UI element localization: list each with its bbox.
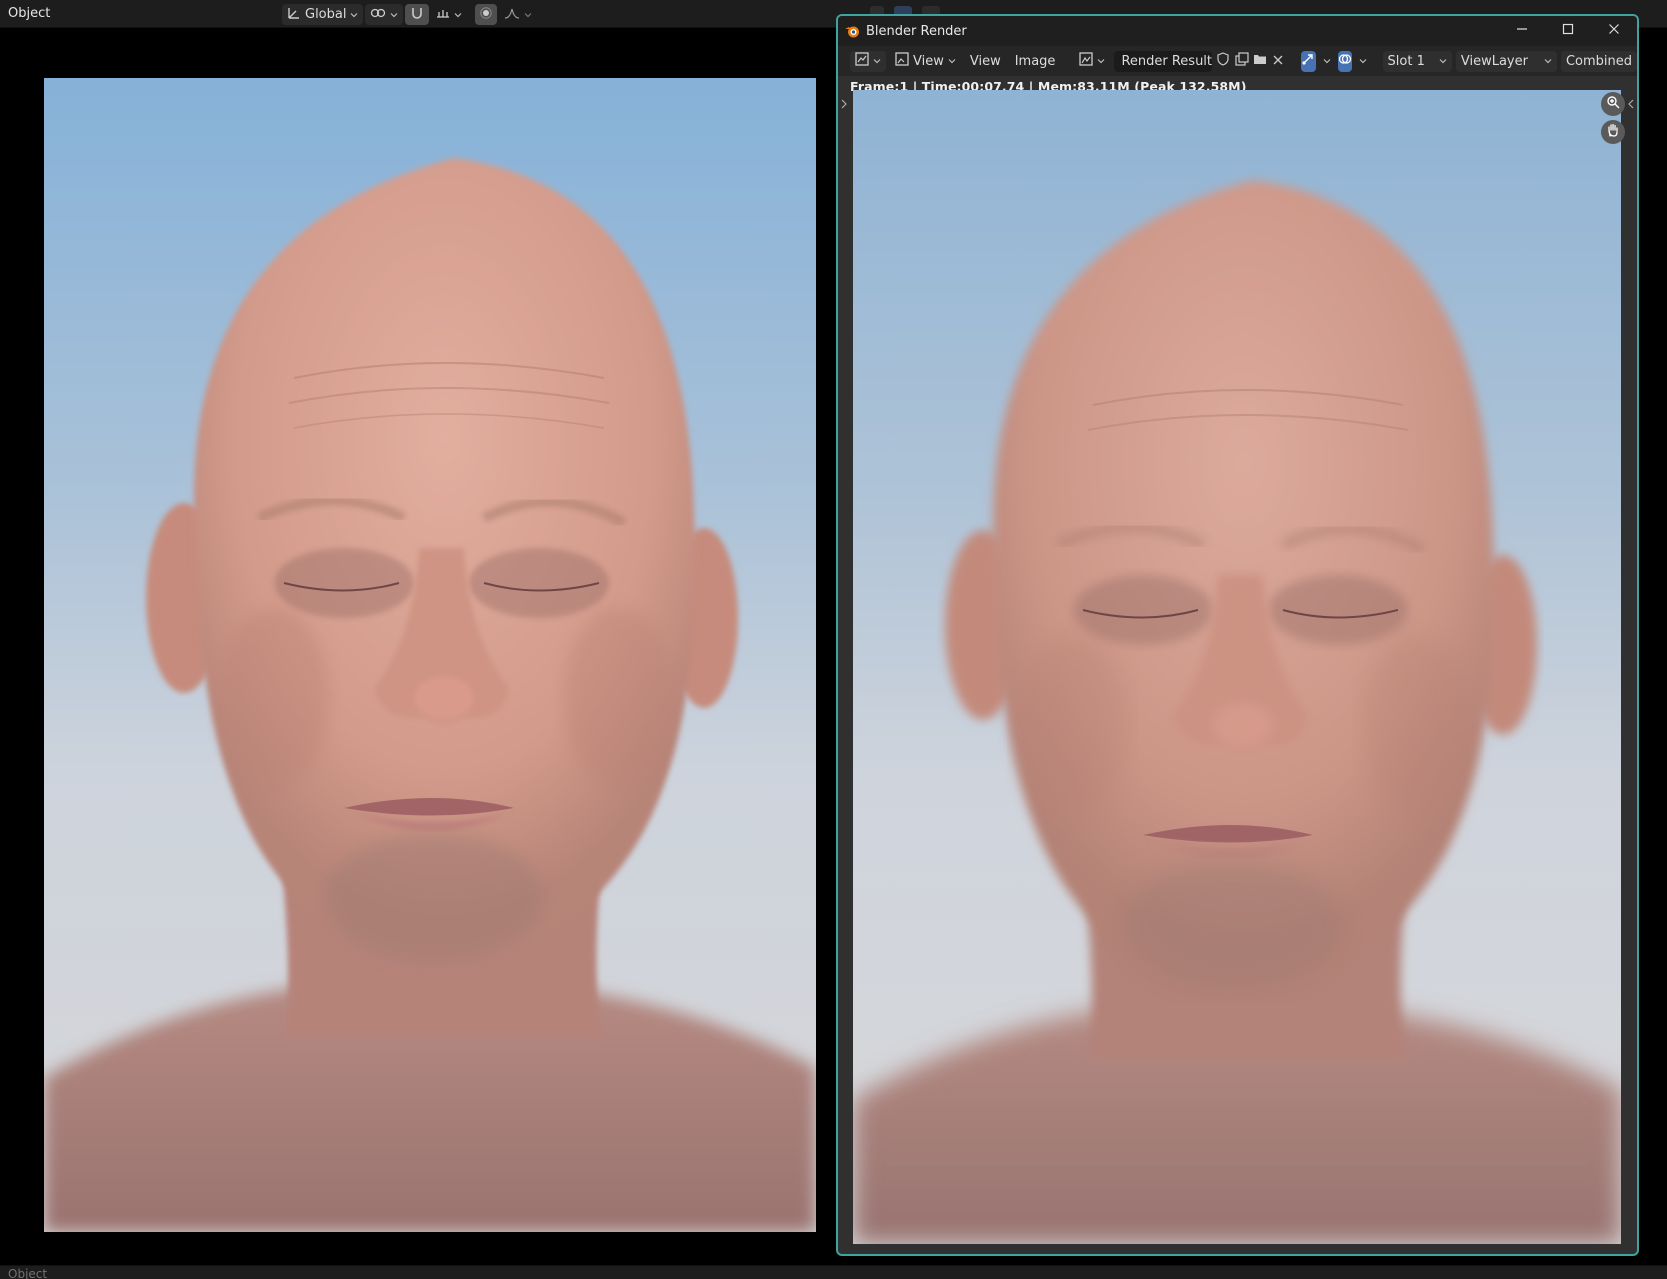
gizmo-icon: [1301, 52, 1315, 70]
render-window: Blender Render View View Image Render Re…: [836, 14, 1639, 1256]
maximize-icon: [1562, 23, 1574, 39]
hand-icon: [1606, 123, 1620, 141]
open-image-button[interactable]: [1253, 51, 1267, 72]
render-pass-dropdown[interactable]: Combined: [1560, 50, 1637, 72]
window-title: Blender Render: [866, 23, 967, 39]
viewport-camera-render[interactable]: [44, 78, 816, 1232]
unlink-image-button[interactable]: [1271, 51, 1285, 72]
chevron-down-icon: [1359, 57, 1367, 65]
minimize-icon: [1516, 23, 1528, 39]
zoom-gizmo-button[interactable]: [1601, 92, 1625, 116]
blender-logo-icon: [844, 23, 860, 39]
view-menu[interactable]: View: [965, 51, 1006, 72]
proportional-dot-icon: [480, 6, 493, 23]
fake-user-button[interactable]: [1216, 51, 1230, 72]
close-icon: [1608, 23, 1620, 39]
transform-orientation-dropdown[interactable]: Global: [282, 4, 364, 25]
portrait-render-right: [853, 90, 1621, 1244]
duplicate-icon: [1234, 52, 1249, 70]
view-layer-label: ViewLayer: [1460, 53, 1528, 69]
chevron-down-icon: [524, 11, 532, 19]
pan-gizmo-button[interactable]: [1601, 120, 1625, 144]
chevron-right-icon[interactable]: [840, 98, 848, 109]
magnet-icon: [410, 6, 424, 24]
render-result-image[interactable]: [853, 90, 1621, 1244]
view-mode-dropdown[interactable]: View: [890, 51, 961, 72]
transform-toolbar: Global: [282, 4, 537, 25]
snap-target-dropdown[interactable]: [431, 4, 467, 25]
falloff-curve-icon: [504, 7, 520, 23]
render-slot-dropdown[interactable]: Slot 1: [1382, 50, 1452, 72]
interaction-mode-label[interactable]: Object: [8, 1267, 47, 1279]
view-image-icon: [895, 52, 909, 70]
chevron-left-icon[interactable]: [1627, 98, 1635, 109]
overlays-toggle[interactable]: [1337, 50, 1353, 72]
close-button[interactable]: [1591, 16, 1637, 46]
minimize-button[interactable]: [1499, 16, 1545, 46]
close-icon: [1273, 54, 1283, 69]
pivot-point-dropdown[interactable]: [365, 4, 404, 25]
overlay-icon: [1338, 52, 1352, 70]
chevron-down-icon: [1097, 57, 1105, 65]
image-menu[interactable]: Image: [1010, 51, 1061, 72]
chevron-down-icon: [350, 11, 358, 19]
portrait-render-left: [44, 78, 816, 1232]
folder-icon: [1253, 53, 1267, 69]
chevron-down-icon: [1544, 57, 1552, 65]
image-name-field[interactable]: Render Result: [1114, 50, 1213, 72]
blender-workspace: Object Global Object Blender Render View…: [0, 0, 1667, 1279]
gizmo-toggle[interactable]: [1301, 50, 1316, 72]
render-window-titlebar[interactable]: Blender Render: [838, 16, 1637, 46]
orientation-icon: [287, 6, 301, 24]
bottom-viewport-header: Object: [0, 1265, 1667, 1279]
interaction-mode-label[interactable]: Object: [8, 6, 50, 21]
render-slot-label: Slot 1: [1387, 53, 1425, 69]
view-layer-dropdown[interactable]: ViewLayer: [1455, 50, 1557, 72]
chevron-down-icon: [1323, 57, 1331, 65]
chevron-down-icon: [1439, 57, 1447, 65]
snap-increment-icon: [436, 7, 450, 23]
proportional-editing-toggle[interactable]: [475, 4, 498, 25]
chevron-down-icon: [948, 57, 956, 65]
transform-orientation-label: Global: [305, 7, 347, 22]
image-browse-icon: [1079, 52, 1094, 70]
chevron-down-icon: [873, 57, 881, 65]
image-editor-icon: [855, 52, 869, 70]
overlay-options-dropdown[interactable]: [1356, 51, 1370, 72]
gizmo-options-dropdown[interactable]: [1320, 51, 1334, 72]
maximize-button[interactable]: [1545, 16, 1591, 46]
chevron-down-icon: [454, 11, 462, 19]
editor-type-dropdown[interactable]: [850, 50, 886, 72]
new-image-button[interactable]: [1234, 51, 1249, 72]
image-editor-header: View View Image Render Result Slot 1 Vie…: [838, 46, 1637, 76]
window-controls: [1499, 16, 1637, 46]
zoom-icon: [1606, 95, 1620, 113]
proportional-falloff-dropdown[interactable]: [499, 4, 537, 25]
pivot-link-icon: [370, 6, 386, 24]
chevron-down-icon: [390, 11, 398, 19]
snap-toggle[interactable]: [405, 4, 430, 25]
image-browse-dropdown[interactable]: [1074, 51, 1110, 72]
shield-icon: [1217, 52, 1229, 70]
view-mode-label: View: [913, 53, 944, 69]
